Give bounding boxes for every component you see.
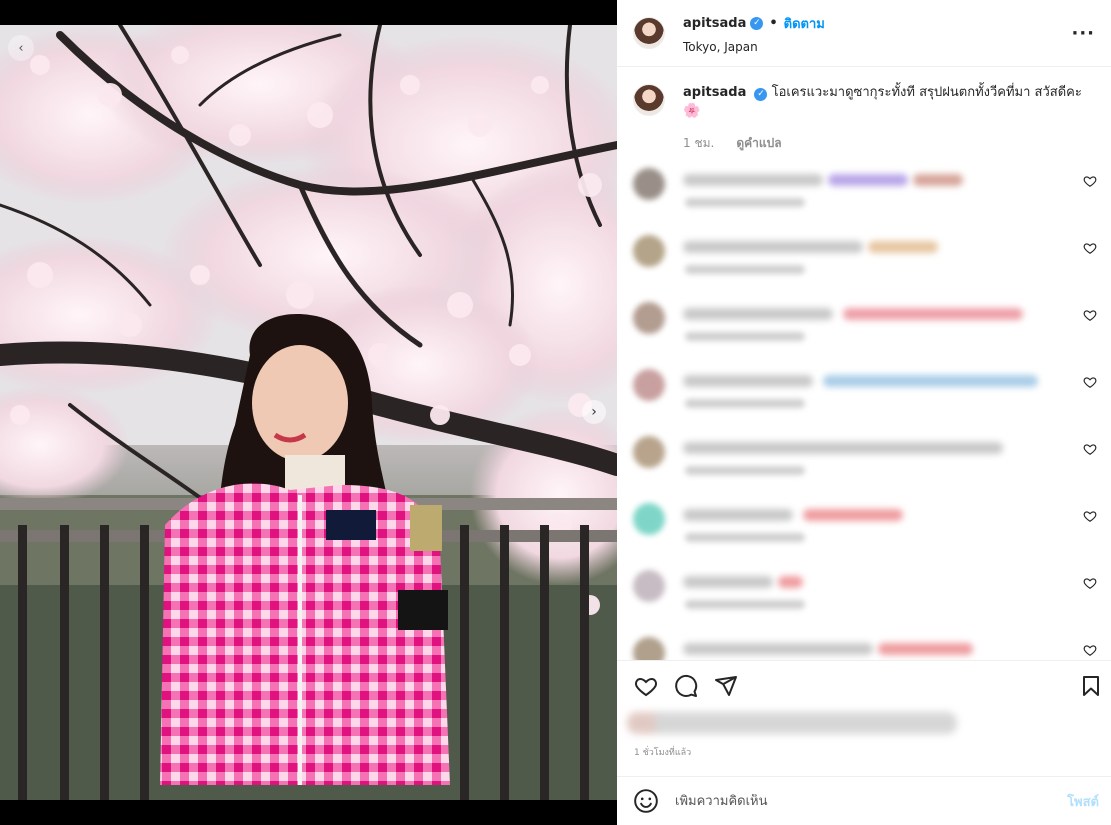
comment-text-blurred	[683, 643, 873, 655]
emoji-smiley-icon[interactable]	[633, 788, 659, 814]
like-comment-heart-icon[interactable]	[1083, 174, 1097, 188]
commenter-avatar[interactable]	[633, 570, 665, 602]
comment-item	[633, 168, 1103, 218]
cherry-blossom-emoji: 🌸	[683, 103, 701, 119]
like-comment-heart-icon[interactable]	[1083, 509, 1097, 523]
more-options-icon[interactable]: ···	[1071, 23, 1095, 44]
post-time-ago[interactable]: 1 ชั่วโมงที่แล้ว	[634, 745, 691, 759]
comment-item	[633, 369, 1103, 419]
commenter-avatar[interactable]	[633, 168, 665, 200]
comment-bubble-icon[interactable]	[674, 674, 698, 698]
caption-username[interactable]: apitsada	[683, 85, 746, 100]
comment-meta-blurred	[685, 600, 805, 609]
like-heart-icon[interactable]	[634, 674, 658, 698]
verified-badge-icon: ✓	[750, 16, 764, 30]
comment-emoji-blurred	[843, 308, 1023, 320]
commenter-avatar[interactable]	[633, 369, 665, 401]
separator-dot: •	[769, 15, 778, 31]
caption-time[interactable]: 1 ชม.	[683, 134, 714, 152]
comment-emoji-blurred	[828, 174, 908, 186]
post-media: ‹ ›	[0, 0, 617, 825]
like-comment-heart-icon[interactable]	[1083, 442, 1097, 456]
next-media-button[interactable]: ›	[582, 400, 606, 424]
share-send-icon[interactable]	[714, 674, 738, 698]
commenter-avatar[interactable]	[633, 503, 665, 535]
comment-meta-blurred	[685, 332, 805, 341]
post-comment-button[interactable]: โพสต์	[1067, 791, 1099, 812]
comment-text-blurred	[683, 241, 863, 253]
previous-media-button[interactable]: ‹	[8, 35, 34, 61]
caption-text: โอเครแวะมาดูซากุระทั้งที สรุปฝนตกทั้งวีค…	[771, 85, 1082, 100]
comment-input[interactable]	[675, 793, 1068, 809]
comment-text-blurred	[683, 174, 823, 186]
author-username[interactable]: apitsada	[683, 16, 746, 31]
follow-button[interactable]: ติดตาม	[784, 13, 825, 34]
like-comment-heart-icon[interactable]	[1083, 375, 1097, 389]
comment-text-blurred	[683, 576, 773, 588]
comment-item	[633, 235, 1103, 285]
author-avatar[interactable]	[633, 17, 665, 49]
comment-emoji-blurred	[778, 576, 803, 588]
comment-text-blurred	[683, 509, 793, 521]
see-translation-button[interactable]: ดูคำแปล	[736, 134, 781, 152]
post-caption: apitsada ✓ โอเครแวะมาดูซากุระทั้งที สรุป…	[617, 68, 1111, 152]
commenter-avatar[interactable]	[633, 436, 665, 468]
comment-emoji-blurred	[913, 174, 963, 186]
comment-text-blurred	[683, 442, 1003, 454]
comment-meta-blurred	[685, 533, 805, 542]
comment-meta-blurred	[685, 198, 805, 207]
comment-item	[633, 637, 1103, 660]
comment-item	[633, 436, 1103, 486]
comment-emoji-blurred	[868, 241, 938, 253]
add-comment-bar: โพสต์	[617, 776, 1111, 825]
liked-by-blurred[interactable]	[627, 712, 957, 734]
post-location[interactable]: Tokyo, Japan	[683, 40, 1071, 54]
comment-item	[633, 302, 1103, 352]
commenter-avatar[interactable]	[633, 235, 665, 267]
like-comment-heart-icon[interactable]	[1083, 576, 1097, 590]
comments-section[interactable]: apitsada ✓ โอเครแวะมาดูซากุระทั้งที สรุป…	[617, 68, 1111, 660]
commenter-avatar[interactable]	[633, 302, 665, 334]
caption-avatar[interactable]	[633, 84, 665, 116]
save-bookmark-icon[interactable]	[1079, 674, 1103, 698]
comment-text-blurred	[683, 308, 833, 320]
commenter-avatar[interactable]	[633, 637, 665, 660]
post-header: apitsada ✓ • ติดตาม Tokyo, Japan ···	[617, 0, 1111, 67]
comment-text-blurred	[823, 375, 1038, 387]
cherry-blossom-photo	[0, 25, 617, 800]
comment-meta-blurred	[685, 399, 805, 408]
comment-emoji-blurred	[878, 643, 973, 655]
comment-meta-blurred	[685, 466, 805, 475]
like-comment-heart-icon[interactable]	[1083, 643, 1097, 657]
like-comment-heart-icon[interactable]	[1083, 308, 1097, 322]
post-actions-bar	[617, 660, 1111, 710]
comment-item	[633, 570, 1103, 620]
comment-emoji-blurred	[803, 509, 903, 521]
post-sidebar: apitsada ✓ • ติดตาม Tokyo, Japan ··· api…	[617, 0, 1111, 825]
post-photo	[0, 25, 617, 800]
like-comment-heart-icon[interactable]	[1083, 241, 1097, 255]
comment-meta-blurred	[685, 265, 805, 274]
comment-item	[633, 503, 1103, 553]
verified-badge-icon: ✓	[754, 87, 768, 101]
comment-text-blurred	[683, 375, 813, 387]
